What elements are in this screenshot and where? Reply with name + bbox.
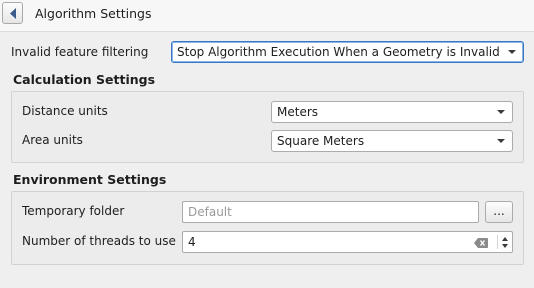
calculation-settings-title: Calculation Settings xyxy=(13,72,156,87)
area-units-label: Area units xyxy=(22,133,83,147)
distance-units-label: Distance units xyxy=(22,104,108,118)
distance-units-dropdown[interactable]: Meters xyxy=(271,101,513,123)
environment-settings-title: Environment Settings xyxy=(13,172,167,187)
chevron-down-icon xyxy=(497,139,505,143)
temporary-folder-label: Temporary folder xyxy=(22,204,125,218)
distance-units-value: Meters xyxy=(277,105,319,119)
spin-up-icon[interactable] xyxy=(502,237,508,241)
temporary-folder-input[interactable]: Default xyxy=(182,201,479,223)
chevron-left-icon xyxy=(10,8,16,19)
threads-label: Number of threads to use xyxy=(22,234,176,248)
clear-icon[interactable] xyxy=(474,238,488,248)
calculation-settings-group: Distance units Meters Area units Square … xyxy=(11,91,524,163)
title-bar: Algorithm Settings xyxy=(0,0,534,32)
invalid-filtering-dropdown[interactable]: Stop Algorithm Execution When a Geometry… xyxy=(171,41,524,63)
browse-folder-button[interactable]: ... xyxy=(485,201,513,223)
area-units-value: Square Meters xyxy=(277,134,365,148)
chevron-down-icon xyxy=(497,110,505,114)
back-button[interactable] xyxy=(2,2,23,24)
environment-settings-group: Temporary folder Default ... Number of t… xyxy=(11,191,524,265)
spin-down-icon[interactable] xyxy=(502,244,508,248)
page-title: Algorithm Settings xyxy=(35,6,152,21)
invalid-filtering-label: Invalid feature filtering xyxy=(11,45,149,59)
invalid-filtering-value: Stop Algorithm Execution When a Geometry… xyxy=(177,45,500,59)
threads-value: 4 xyxy=(188,235,196,249)
chevron-down-icon xyxy=(508,50,516,54)
area-units-dropdown[interactable]: Square Meters xyxy=(271,130,513,152)
spin-separator xyxy=(497,235,498,249)
threads-spinbox[interactable]: 4 xyxy=(182,231,513,253)
